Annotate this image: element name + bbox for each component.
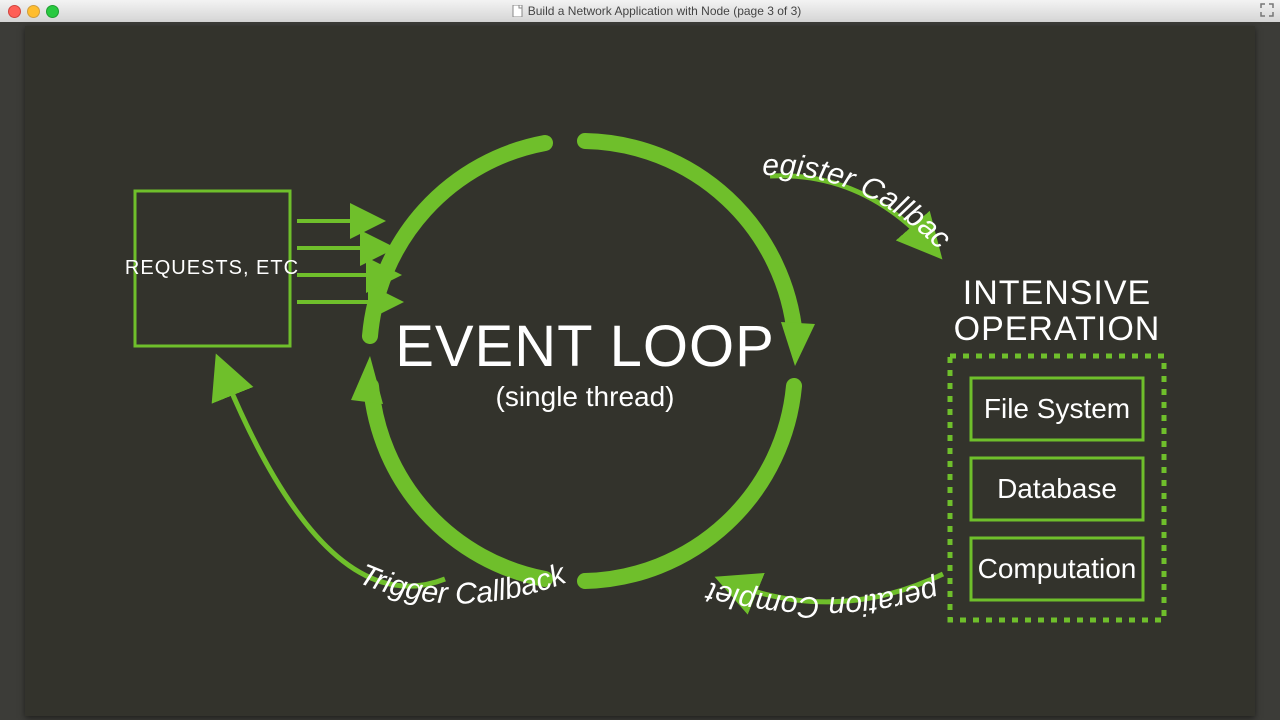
traffic-lights — [8, 5, 59, 18]
trigger-callback-arrow — [220, 364, 445, 586]
intensive-title-1: INTENSIVE — [963, 274, 1151, 312]
intensive-item-2: Computation — [978, 553, 1137, 584]
close-icon[interactable] — [8, 5, 21, 18]
event-loop-title: EVENT LOOP — [395, 314, 775, 379]
document-viewport: EVENT LOOP (single thread) REQUESTS, ETC… — [0, 22, 1280, 720]
intensive-item-0: File System — [984, 393, 1130, 424]
window-title-text: Build a Network Application with Node (p… — [528, 4, 802, 18]
event-loop-subtitle: (single thread) — [496, 381, 675, 412]
requests-box-label: REQUESTS, ETC — [125, 257, 299, 279]
window-title: Build a Network Application with Node (p… — [59, 0, 1254, 22]
event-loop-diagram: EVENT LOOP (single thread) REQUESTS, ETC… — [25, 26, 1255, 716]
document-icon — [512, 5, 524, 17]
slide-page: EVENT LOOP (single thread) REQUESTS, ETC… — [25, 26, 1255, 716]
expand-icon[interactable] — [1260, 3, 1274, 17]
intensive-items: File System Database Computation — [971, 378, 1143, 600]
register-callback-label: Register Callback — [25, 26, 957, 255]
window-titlebar: Build a Network Application with Node (p… — [0, 0, 1280, 23]
trigger-callback-label: Trigger Callback — [355, 557, 572, 611]
zoom-icon[interactable] — [46, 5, 59, 18]
intensive-item-1: Database — [997, 473, 1117, 504]
intensive-title-2: OPERATION — [954, 310, 1161, 348]
minimize-icon[interactable] — [27, 5, 40, 18]
